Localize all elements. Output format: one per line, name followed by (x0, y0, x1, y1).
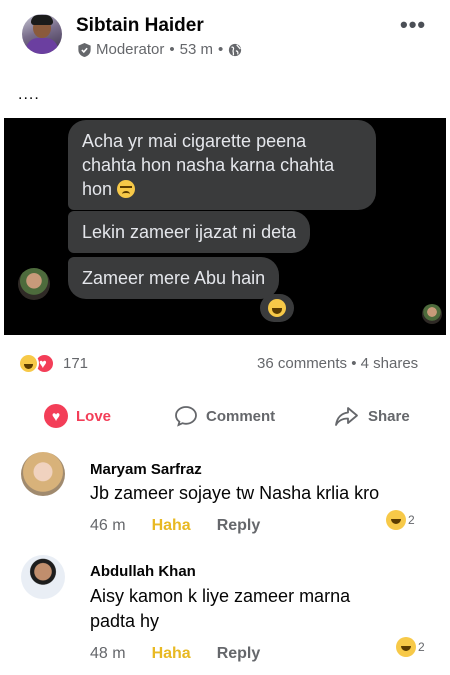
chat-sender-avatar (18, 268, 50, 300)
post-time[interactable]: 53 m (180, 41, 213, 58)
comment-reaction-count[interactable]: 2 (396, 637, 425, 657)
reply-button[interactable]: Reply (217, 517, 261, 535)
sad-face-emoji-icon (117, 180, 136, 198)
post-meta: Moderator • 53 m • (78, 41, 242, 58)
commenter-avatar[interactable] (21, 555, 65, 599)
haha-button[interactable]: Haha (152, 645, 191, 663)
comment-button[interactable]: Comment (174, 404, 275, 428)
chat-bubble: Acha yr mai cigarette peena chahta hon n… (68, 120, 376, 210)
comment-reaction-count[interactable]: 2 (386, 510, 415, 530)
chat-bubble: Lekin zameer ijazat ni deta (68, 211, 311, 253)
message-reaction-haha-icon (260, 294, 294, 322)
commenter-avatar[interactable] (21, 452, 65, 496)
haha-button[interactable]: Haha (152, 517, 191, 535)
comment-actions: 48 m Haha Reply (90, 645, 260, 663)
comment-text: Jb zameer sojaye tw Nasha krlia kro (90, 483, 380, 503)
post-image[interactable]: Acha yr mai cigarette peena chahta hon n… (4, 118, 446, 335)
reaction-icons[interactable] (18, 353, 60, 375)
chat-seen-avatar (422, 304, 442, 324)
more-options-icon[interactable]: ••• (400, 12, 426, 38)
moderator-shield-icon (78, 42, 91, 57)
comment-time[interactable]: 46 m (90, 517, 126, 535)
chat-bubble: Zameer mere Abu hain (68, 257, 280, 299)
comment-text: Aisy kamon k liye zameer marna padta hy (90, 586, 351, 631)
haha-reaction-icon (18, 353, 39, 374)
poster-name[interactable]: Sibtain Haider (76, 15, 204, 37)
heart-icon: ♥ (44, 404, 68, 428)
haha-reaction-icon (386, 510, 406, 530)
post-text: .... (18, 86, 40, 103)
poster-avatar[interactable] (22, 14, 62, 54)
role-label: Moderator (96, 41, 165, 58)
share-arrow-icon (335, 407, 358, 426)
reactions-count[interactable]: 171 (63, 355, 88, 372)
comments-shares-count[interactable]: 36 comments • 4 shares (257, 355, 418, 372)
comment-time[interactable]: 48 m (90, 645, 126, 663)
love-button[interactable]: ♥ Love (44, 404, 111, 428)
reply-button[interactable]: Reply (217, 645, 261, 663)
share-button[interactable]: Share (334, 404, 410, 428)
commenter-name[interactable]: Maryam Sarfraz (90, 461, 202, 478)
globe-icon (229, 43, 242, 56)
commenter-name[interactable]: Abdullah Khan (90, 563, 196, 580)
comment-icon (175, 406, 197, 427)
comment-actions: 46 m Haha Reply (90, 517, 260, 535)
haha-reaction-icon (396, 637, 416, 657)
